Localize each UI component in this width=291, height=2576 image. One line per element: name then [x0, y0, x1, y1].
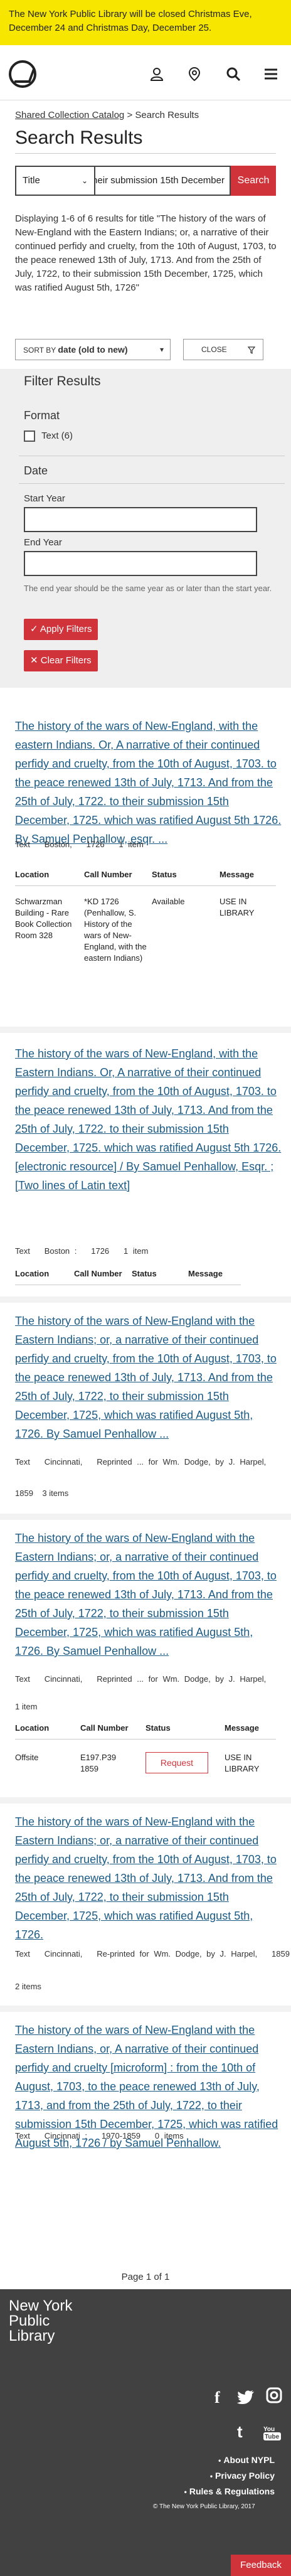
result-meta: Text Cincinnati, Reprinted ... for Wm. D… [15, 1457, 267, 1467]
footer-copyright: © The New York Public Library, 2017 [153, 2503, 255, 2510]
footer-link-about[interactable]: • About NYPL [218, 2455, 275, 2465]
site-header [0, 45, 291, 100]
check-icon: ✓ [30, 624, 38, 634]
search-input[interactable]: History of the wars of New-England with … [94, 166, 231, 196]
result-title-link[interactable]: The history of the wars of New-England w… [15, 1812, 283, 1944]
format-text-label: Text (6) [41, 430, 73, 441]
chevron-down-icon: ⌄ [81, 176, 88, 185]
close-icon: ✕ [30, 655, 38, 666]
footer-logo[interactable]: New York Public Library [9, 2299, 72, 2344]
search-type-select[interactable]: Title ⌄ [15, 166, 94, 196]
breadcrumb-link-catalog[interactable]: Shared Collection Catalog [15, 110, 124, 120]
holdings-table-header: Location Call Number Status Message [15, 870, 276, 886]
format-label: Format [24, 409, 60, 422]
svg-text:Tube: Tube [265, 2434, 280, 2440]
breadcrumb: Shared Collection Catalog > Search Resul… [15, 110, 199, 120]
twitter-icon[interactable] [237, 2390, 255, 2409]
youtube-icon[interactable]: You Tube [263, 2425, 281, 2445]
breadcrumb-current: Search Results [135, 110, 199, 120]
result-meta: Text Cincinnati, Reprinted ... for Wm. D… [15, 1674, 267, 1684]
funnel-icon [247, 339, 256, 360]
holdings-table-header: Location Call Number Status Message [15, 1269, 241, 1285]
result-title-link[interactable]: The history of the wars of New-England, … [15, 717, 283, 848]
user-icon[interactable] [149, 67, 164, 82]
result-divider [0, 2006, 291, 2012]
title-divider [15, 153, 276, 154]
apply-filters-button[interactable]: ✓ Apply Filters [24, 619, 98, 640]
result-meta: Text Cincinnati, Re-printed for Wm. Dodg… [15, 1949, 290, 1959]
result-items: 1 item [15, 1702, 38, 1711]
sort-value: date (old to new) [58, 345, 128, 355]
result-title-link[interactable]: The history of the wars of New-England w… [15, 1529, 283, 1660]
feedback-button[interactable]: Feedback [231, 2555, 291, 2576]
result-divider [0, 1797, 291, 1804]
caret-down-icon: ▾ [159, 345, 164, 354]
nypl-lion-logo-icon[interactable] [9, 60, 36, 88]
tumblr-icon[interactable]: t [237, 2422, 243, 2442]
result-items: 1859 3 items [15, 1488, 69, 1498]
facebook-icon[interactable]: f [214, 2388, 220, 2407]
end-year-input[interactable] [24, 551, 257, 576]
start-year-input[interactable] [24, 507, 257, 532]
svg-text:You: You [263, 2426, 275, 2433]
result-divider [0, 1514, 291, 1520]
page-title: Search Results [15, 127, 143, 148]
search-bar: Title ⌄ History of the wars of New-Engla… [15, 166, 276, 196]
breadcrumb-separator: > [127, 110, 133, 120]
close-filters-label: CLOSE [201, 345, 227, 354]
result-meta: Text Boston : 1726 1 item [15, 1246, 149, 1256]
result-title-link[interactable]: The history of the wars of New-England w… [15, 1312, 283, 1443]
hamburger-menu-icon[interactable] [263, 67, 278, 82]
clear-filters-button[interactable]: ✕ Clear Filters [24, 650, 98, 671]
search-type-value: Title [23, 175, 40, 186]
result-meta: Text Boston, 1726 1 item [15, 840, 144, 849]
search-icon[interactable] [226, 67, 241, 82]
pagination: Page 1 of 1 [121, 2272, 170, 2282]
sort-by-select[interactable]: SORT BY date (old to new) ▾ [15, 339, 171, 360]
result-divider [0, 1027, 291, 1033]
start-year-label: Start Year [24, 493, 65, 504]
result-divider [0, 1296, 291, 1303]
sort-label: SORT BY [23, 346, 56, 355]
location-pin-icon[interactable] [187, 67, 202, 82]
result-meta: Text Cincinnati : 1970-1859 0 items [15, 2131, 184, 2140]
filter-divider [19, 483, 285, 484]
filter-title: Filter Results [24, 374, 101, 388]
holdings-table-header: Location Call Number Status Message [15, 1723, 276, 1740]
closure-alert-banner: The New York Public Library will be clos… [0, 0, 291, 45]
results-summary: Displaying 1-6 of 6 results for title "T… [15, 213, 277, 293]
footer-link-rules[interactable]: • Rules & Regulations [184, 2486, 275, 2496]
instagram-icon[interactable] [266, 2387, 282, 2408]
search-button[interactable]: Search [231, 166, 276, 196]
date-hint: The end year should be the same year as … [24, 584, 272, 593]
result-title-link[interactable]: The history of the wars of New-England, … [15, 1044, 283, 1195]
request-button[interactable]: Request [146, 1752, 208, 1773]
date-label: Date [24, 464, 48, 477]
close-filters-button[interactable]: CLOSE [183, 339, 263, 360]
footer-link-privacy[interactable]: • Privacy Policy [210, 2471, 275, 2481]
end-year-label: End Year [24, 537, 62, 548]
result-items: 2 items [15, 1982, 41, 1991]
format-text-checkbox[interactable] [24, 430, 35, 442]
